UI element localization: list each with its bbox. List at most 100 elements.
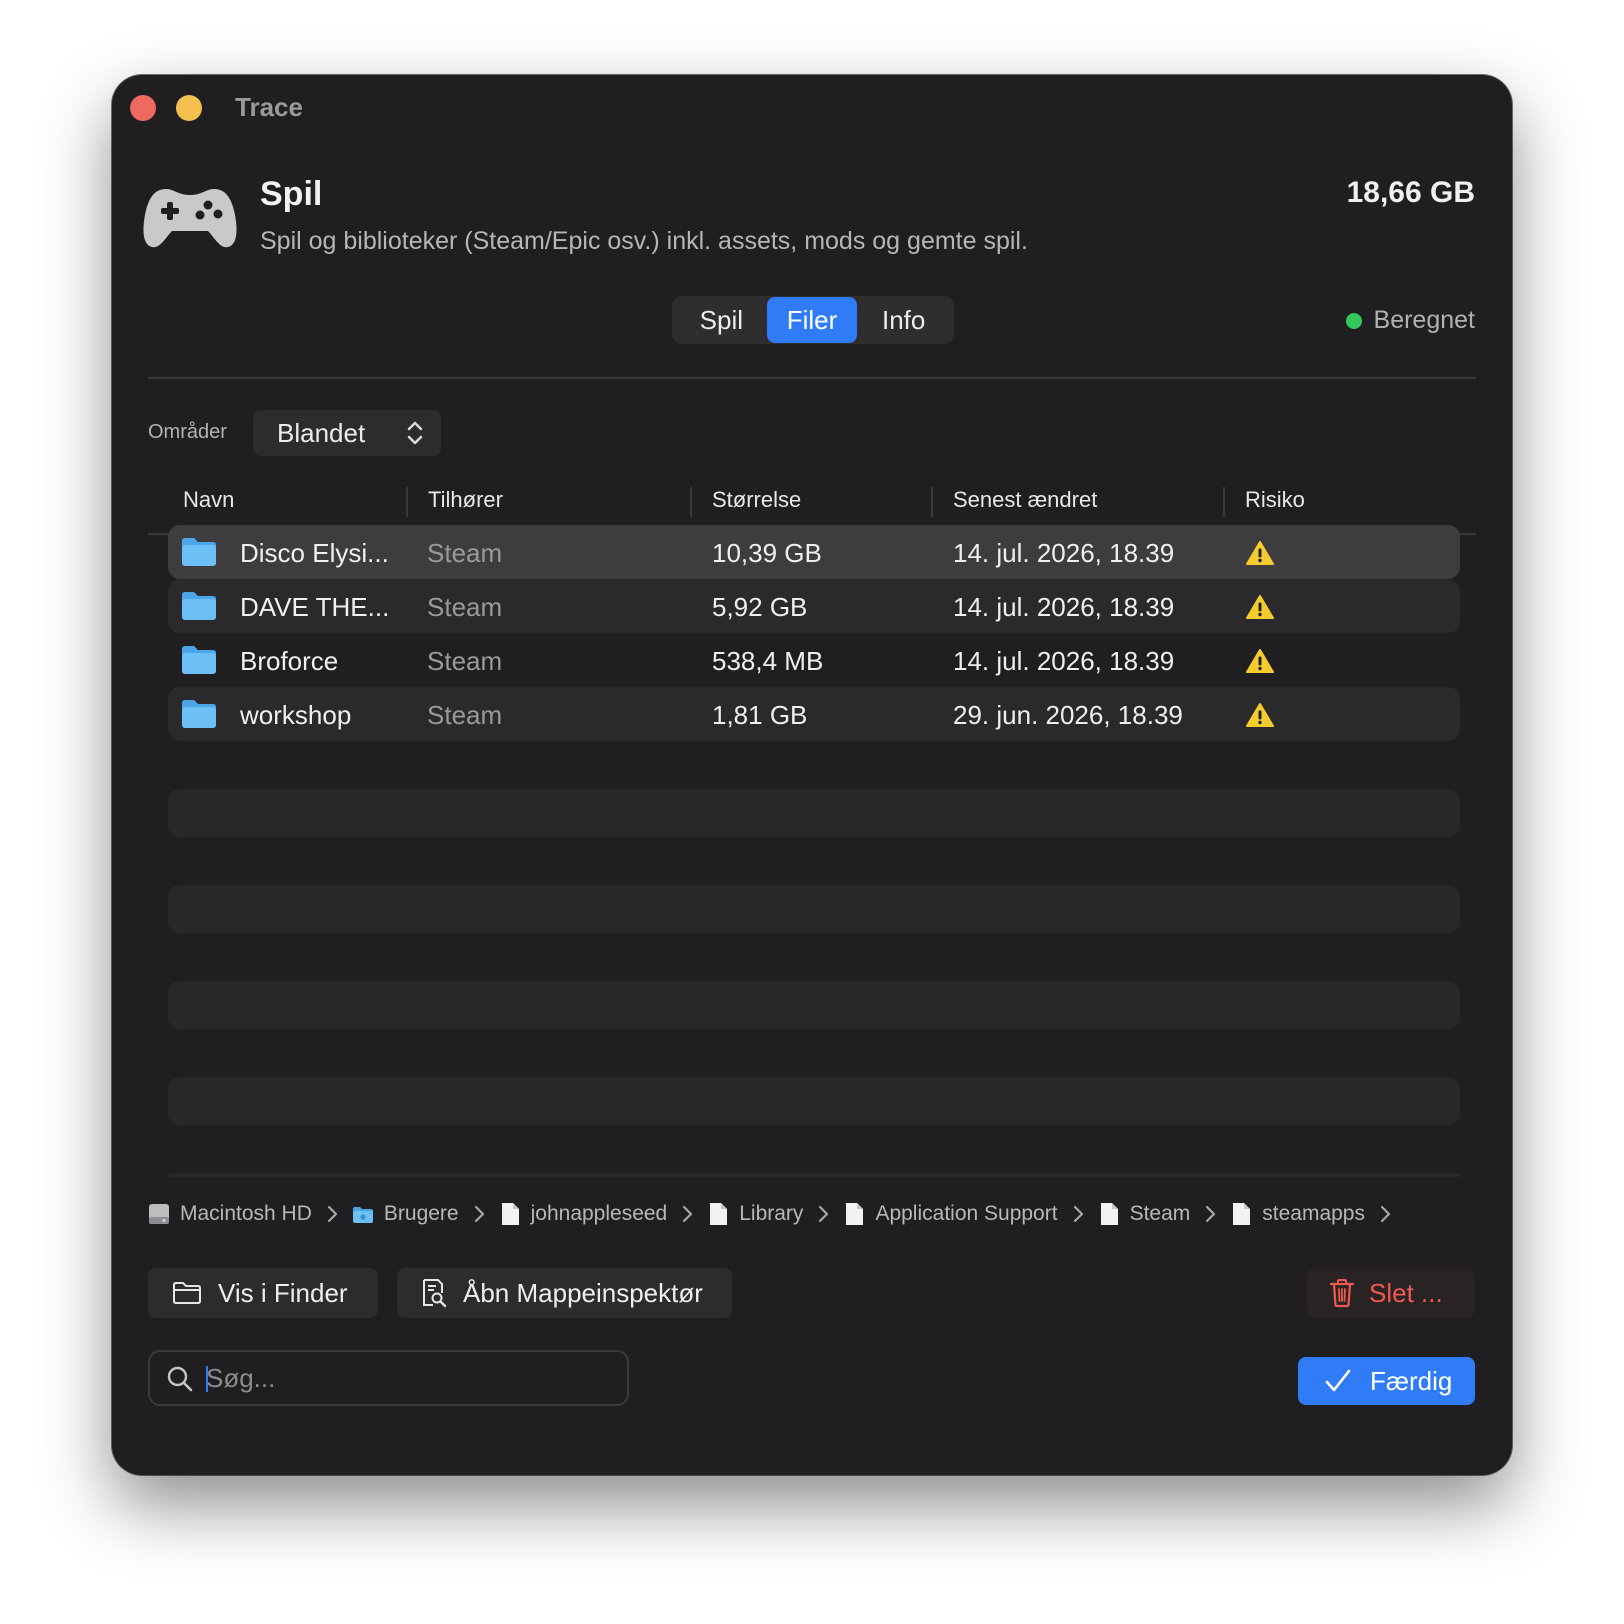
row-modified: 14. jul. 2026, 18.39 <box>953 646 1175 676</box>
trace-window: Trace Spil Spil og biblioteker (Steam/Ep… <box>112 75 1512 1475</box>
warning-icon <box>1246 649 1274 673</box>
column-header-name[interactable]: Navn <box>183 487 234 513</box>
gamecontroller-icon <box>143 189 237 248</box>
warning-icon <box>1246 595 1274 619</box>
done-label: Færdig <box>1370 1365 1453 1396</box>
empty-row <box>168 981 1460 1029</box>
done-button[interactable]: Færdig <box>1298 1357 1475 1405</box>
category-size: 18,66 GB <box>1346 176 1475 209</box>
folder-icon <box>352 1207 373 1223</box>
path-breadcrumb: Macintosh HD Brugere johnappleseed Libra… <box>148 1197 1405 1231</box>
row-size: 5,92 GB <box>712 592 808 622</box>
breadcrumb-item[interactable]: Macintosh HD <box>148 1202 312 1226</box>
breadcrumb-label: johnappleseed <box>530 1202 668 1225</box>
empty-row <box>168 885 1460 933</box>
open-folder-inspector-button[interactable]: Åbn Mappeinspektør <box>397 1268 732 1318</box>
row-owner: Steam <box>427 646 503 676</box>
areas-select[interactable]: Blandet <box>253 410 441 456</box>
breadcrumb-label: Macintosh HD <box>180 1202 312 1225</box>
show-in-finder-label: Vis i Finder <box>218 1277 348 1308</box>
document-icon <box>846 1203 864 1225</box>
areas-select-value: Blandet <box>277 418 366 448</box>
table-row[interactable]: workshop Steam 1,81 GB 29. jun. 2026, 18… <box>168 687 1460 741</box>
column-separator[interactable] <box>931 487 933 517</box>
areas-label: Områder <box>148 421 227 443</box>
breadcrumb-label: Steam <box>1129 1202 1191 1225</box>
view-tabs: Spil Filer Info <box>672 296 954 344</box>
document-icon <box>710 1203 728 1225</box>
warning-icon <box>1246 703 1274 727</box>
breadcrumb-item[interactable]: johnappleseed <box>499 1202 668 1226</box>
title-bar: Trace <box>112 75 1512 139</box>
row-size: 538,4 MB <box>712 646 824 676</box>
chevron-right-icon <box>819 1205 829 1223</box>
document-icon <box>1233 1203 1251 1225</box>
status-label: Beregnet <box>1373 306 1475 334</box>
tab-info[interactable]: Info <box>857 297 950 343</box>
chevron-right-icon <box>683 1205 693 1223</box>
tab-filer[interactable]: Filer <box>766 297 858 343</box>
chevron-right-icon <box>327 1205 337 1223</box>
checkmark-icon <box>1325 1369 1351 1392</box>
tab-spil[interactable]: Spil <box>676 297 767 343</box>
folder-icon <box>182 538 216 566</box>
trash-icon <box>1329 1279 1355 1308</box>
breadcrumb-label: Application Support <box>875 1202 1058 1225</box>
column-separator[interactable] <box>406 487 408 517</box>
row-owner: Steam <box>427 538 503 568</box>
search-input[interactable] <box>206 1360 606 1396</box>
column-header-modified[interactable]: Senest ændret <box>953 487 1097 513</box>
document-icon <box>1100 1203 1118 1225</box>
disk-icon <box>149 1204 169 1224</box>
empty-row <box>168 1077 1460 1125</box>
search-icon <box>167 1366 193 1392</box>
search-field[interactable] <box>148 1350 629 1406</box>
column-header-risk[interactable]: Risiko <box>1245 487 1305 513</box>
chevron-right-icon <box>474 1205 484 1223</box>
header-divider <box>148 377 1476 379</box>
row-owner: Steam <box>427 592 503 622</box>
chevron-right-icon <box>1380 1205 1391 1223</box>
category-title: Spil <box>260 175 323 213</box>
folder-outline-icon <box>173 1282 201 1304</box>
category-description: Spil og biblioteker (Steam/Epic osv.) in… <box>260 227 1028 255</box>
table-row[interactable]: Disco Elysi... Steam 10,39 GB 14. jul. 2… <box>168 525 1460 579</box>
delete-button[interactable]: Slet ... <box>1307 1268 1475 1318</box>
column-separator[interactable] <box>1223 487 1225 517</box>
row-owner: Steam <box>427 700 503 730</box>
close-window-button[interactable] <box>130 95 156 121</box>
table-row[interactable]: Broforce Steam 538,4 MB 14. jul. 2026, 1… <box>168 633 1460 687</box>
row-modified: 14. jul. 2026, 18.39 <box>953 538 1175 568</box>
column-header-size[interactable]: Størrelse <box>712 487 801 513</box>
calc-status: Beregnet <box>1345 306 1475 335</box>
column-header-owner[interactable]: Tilhører <box>428 487 503 513</box>
breadcrumb-item[interactable]: Application Support <box>843 1202 1058 1226</box>
chevron-right-icon <box>1073 1205 1083 1223</box>
minimize-window-button[interactable] <box>176 95 202 121</box>
doc-magnifier-icon <box>423 1279 447 1308</box>
status-dot-icon <box>1345 312 1362 329</box>
breadcrumb-item[interactable]: steamapps <box>1230 1202 1365 1226</box>
breadcrumb-label: steamapps <box>1262 1202 1365 1225</box>
breadcrumb-label: Brugere <box>383 1202 459 1225</box>
breadcrumb-item[interactable]: Library <box>707 1202 803 1226</box>
window-title: Trace <box>235 92 303 122</box>
table-row[interactable]: DAVE THE... Steam 5,92 GB 14. jul. 2026,… <box>168 579 1460 633</box>
document-icon <box>501 1203 519 1225</box>
chevron-right-icon <box>1206 1205 1216 1223</box>
empty-row <box>168 789 1460 837</box>
breadcrumb-item[interactable]: Brugere <box>352 1202 459 1226</box>
show-in-finder-button[interactable]: Vis i Finder <box>148 1268 378 1318</box>
empty-row <box>168 1173 1460 1177</box>
column-separator[interactable] <box>690 487 692 517</box>
chevron-up-down-icon <box>407 421 423 445</box>
delete-label: Slet ... <box>1369 1277 1443 1308</box>
folder-icon <box>182 592 216 620</box>
breadcrumb-item[interactable]: Steam <box>1098 1202 1191 1226</box>
row-size: 10,39 GB <box>712 538 822 568</box>
row-name: workshop <box>240 700 352 730</box>
row-name: Broforce <box>240 646 339 676</box>
row-modified: 14. jul. 2026, 18.39 <box>953 592 1175 622</box>
breadcrumb-label: Library <box>739 1202 804 1225</box>
warning-icon <box>1246 541 1274 565</box>
